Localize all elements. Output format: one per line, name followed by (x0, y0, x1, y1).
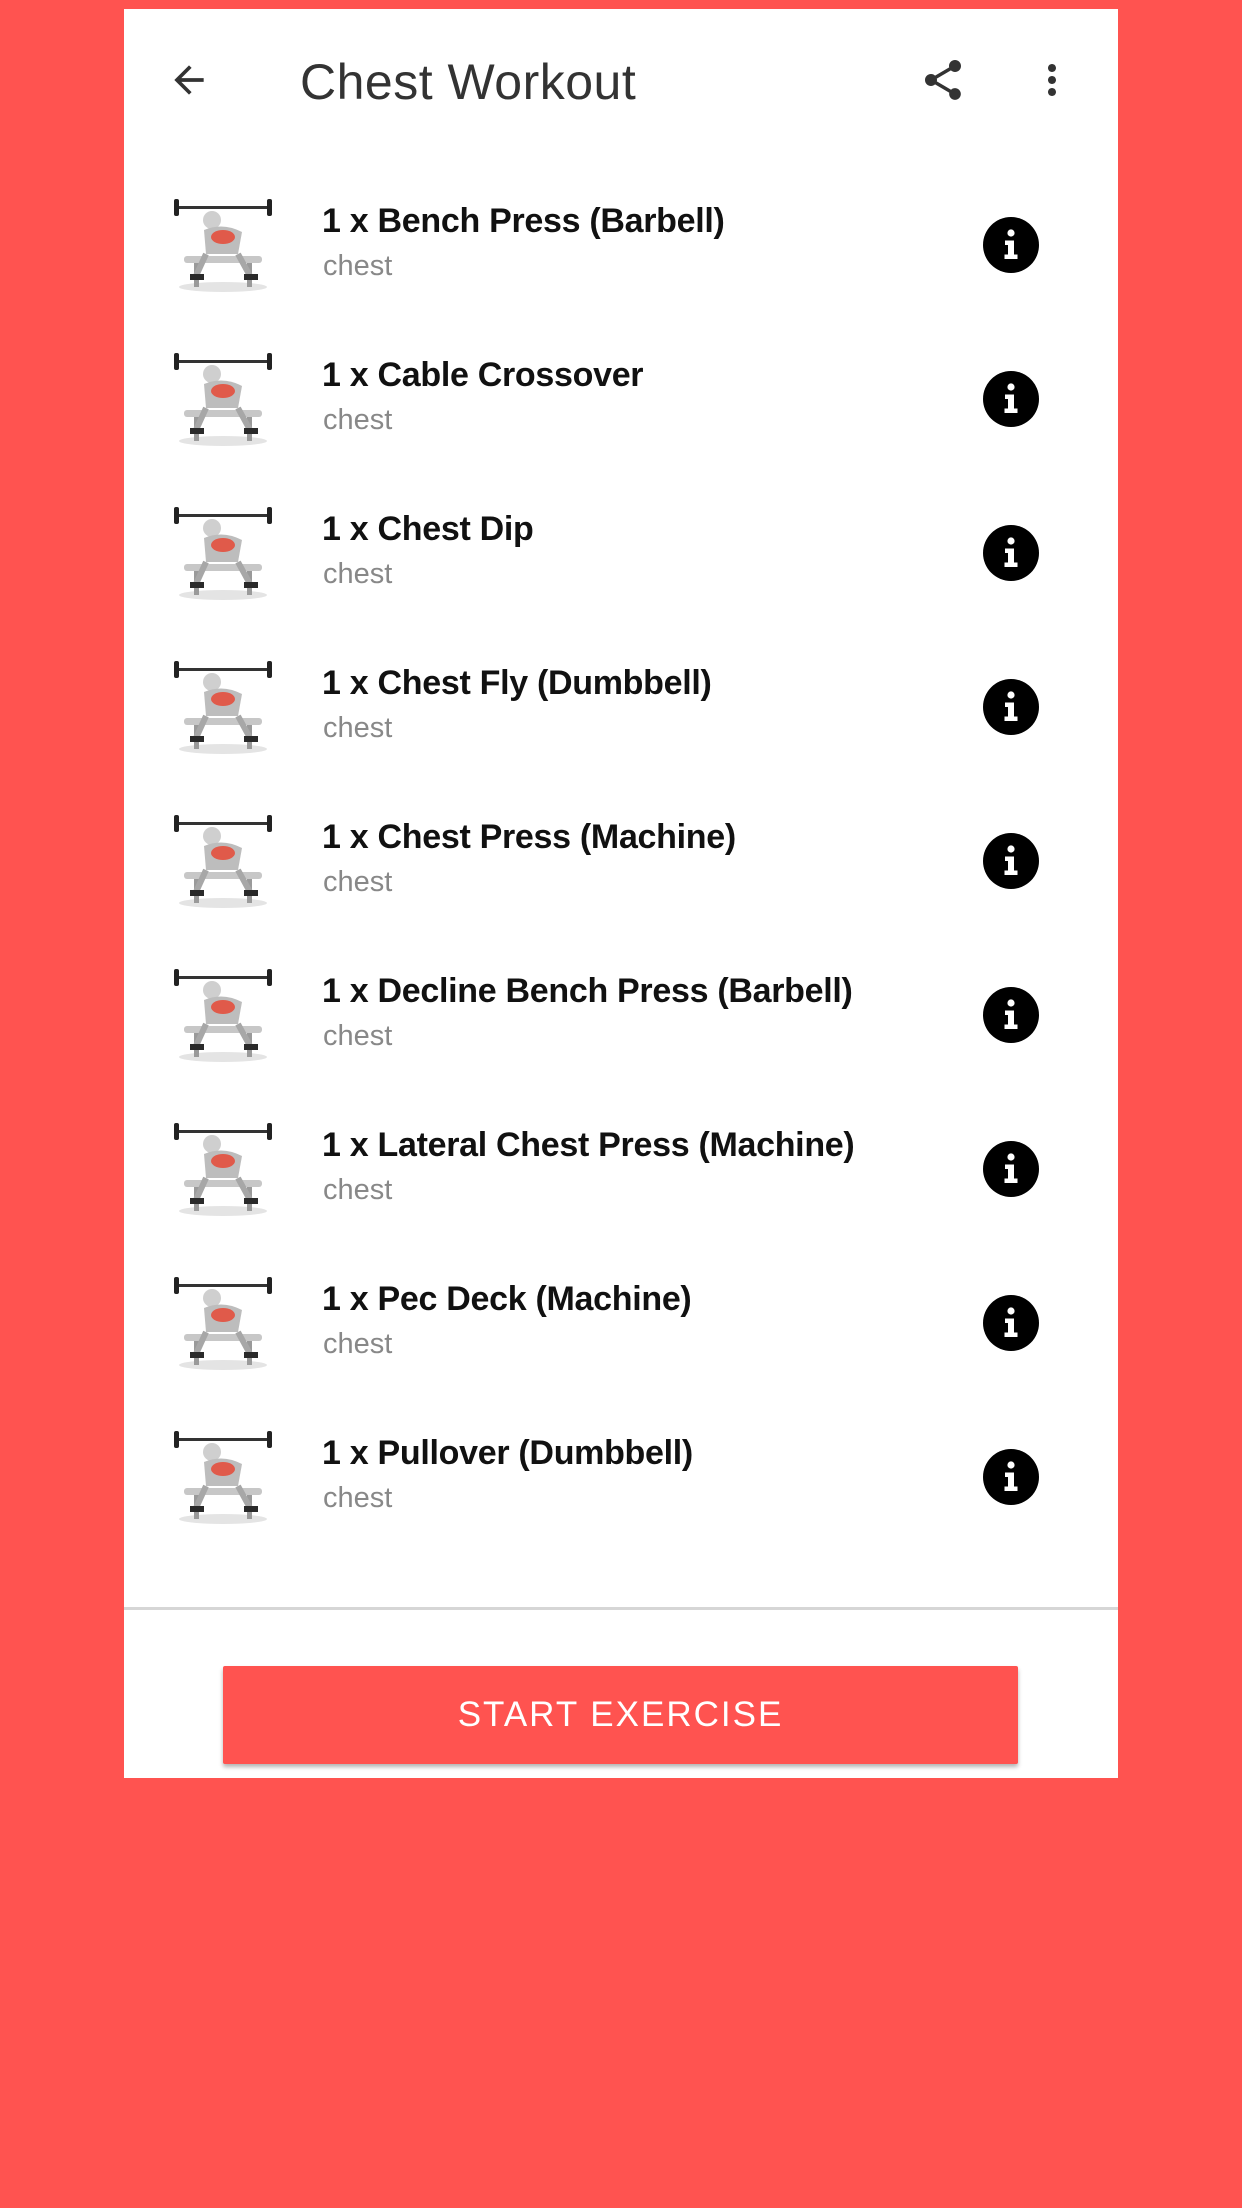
info-icon (1004, 999, 1018, 1029)
exercise-row[interactable]: 1 x Chest Dip chest (124, 476, 1118, 630)
exercise-row[interactable]: 1 x Lateral Chest Press (Machine) chest (124, 1092, 1118, 1246)
exercise-name: 1 x Pullover (Dumbbell) (322, 1434, 693, 1472)
start-exercise-button[interactable]: START EXERCISE (223, 1666, 1018, 1764)
exercise-row[interactable]: 1 x Cable Crossover chest (124, 322, 1118, 476)
exercise-row[interactable]: 1 x Pullover (Dumbbell) chest (124, 1400, 1118, 1554)
exercise-name: 1 x Lateral Chest Press (Machine) (322, 1126, 855, 1164)
bench-press-barbell-thumbnail (166, 186, 280, 300)
exercise-info-button[interactable] (983, 679, 1039, 735)
more-vertical-icon (1048, 64, 1056, 96)
exercise-row[interactable]: 1 x Decline Bench Press (Barbell) chest (124, 938, 1118, 1092)
exercise-info-button[interactable] (983, 1295, 1039, 1351)
exercise-name: 1 x Chest Dip (322, 510, 534, 548)
exercise-name: 1 x Cable Crossover (322, 356, 644, 394)
exercise-muscle: chest (323, 1020, 393, 1052)
chest-fly-dumbbell-thumbnail (166, 648, 280, 762)
exercise-muscle: chest (323, 404, 393, 436)
info-icon (1004, 1461, 1018, 1491)
exercise-list: 1 x Bench Press (Barbell) chest 1 x Cabl… (124, 168, 1118, 1554)
exercise-muscle: chest (323, 1328, 393, 1360)
exercise-info-button[interactable] (983, 1141, 1039, 1197)
more-options-button[interactable] (1017, 45, 1087, 115)
exercise-row[interactable]: 1 x Bench Press (Barbell) chest (124, 168, 1118, 322)
exercise-muscle: chest (323, 1482, 393, 1514)
exercise-name: 1 x Decline Bench Press (Barbell) (322, 972, 853, 1010)
exercise-info-button[interactable] (983, 525, 1039, 581)
exercise-name: 1 x Chest Fly (Dumbbell) (322, 664, 712, 702)
exercise-name: 1 x Bench Press (Barbell) (322, 202, 725, 240)
info-icon (1004, 1307, 1018, 1337)
exercise-info-button[interactable] (983, 1449, 1039, 1505)
cable-crossover-thumbnail (166, 340, 280, 454)
exercise-info-button[interactable] (983, 371, 1039, 427)
exercise-name: 1 x Chest Press (Machine) (322, 818, 736, 856)
pullover-dumbbell-thumbnail (166, 1418, 280, 1532)
exercise-row[interactable]: 1 x Chest Press (Machine) chest (124, 784, 1118, 938)
info-icon (1004, 845, 1018, 875)
workout-dialog: Chest Workout 1 x Bench Press (Barbell) … (124, 9, 1118, 1778)
chest-dip-thumbnail (166, 494, 280, 608)
info-icon (1004, 1153, 1018, 1183)
exercise-muscle: chest (323, 866, 393, 898)
back-button[interactable] (154, 45, 224, 115)
info-icon (1004, 383, 1018, 413)
divider (124, 1607, 1118, 1610)
chest-press-machine-thumbnail (166, 802, 280, 916)
pec-deck-thumbnail (166, 1264, 280, 1378)
share-button[interactable] (908, 45, 978, 115)
exercise-muscle: chest (323, 250, 393, 282)
exercise-muscle: chest (323, 1174, 393, 1206)
exercise-info-button[interactable] (983, 217, 1039, 273)
exercise-info-button[interactable] (983, 987, 1039, 1043)
exercise-name: 1 x Pec Deck (Machine) (322, 1280, 692, 1318)
exercise-info-button[interactable] (983, 833, 1039, 889)
exercise-muscle: chest (323, 712, 393, 744)
lateral-chest-press-thumbnail (166, 1110, 280, 1224)
info-icon (1004, 229, 1018, 259)
page-title: Chest Workout (300, 54, 637, 110)
exercise-muscle: chest (323, 558, 393, 590)
exercise-row[interactable]: 1 x Pec Deck (Machine) chest (124, 1246, 1118, 1400)
toolbar: Chest Workout (124, 9, 1118, 155)
info-icon (1004, 691, 1018, 721)
exercise-row[interactable]: 1 x Chest Fly (Dumbbell) chest (124, 630, 1118, 784)
share-icon (925, 60, 961, 100)
arrow-back-icon (174, 65, 204, 95)
decline-bench-press-thumbnail (166, 956, 280, 1070)
info-icon (1004, 537, 1018, 567)
